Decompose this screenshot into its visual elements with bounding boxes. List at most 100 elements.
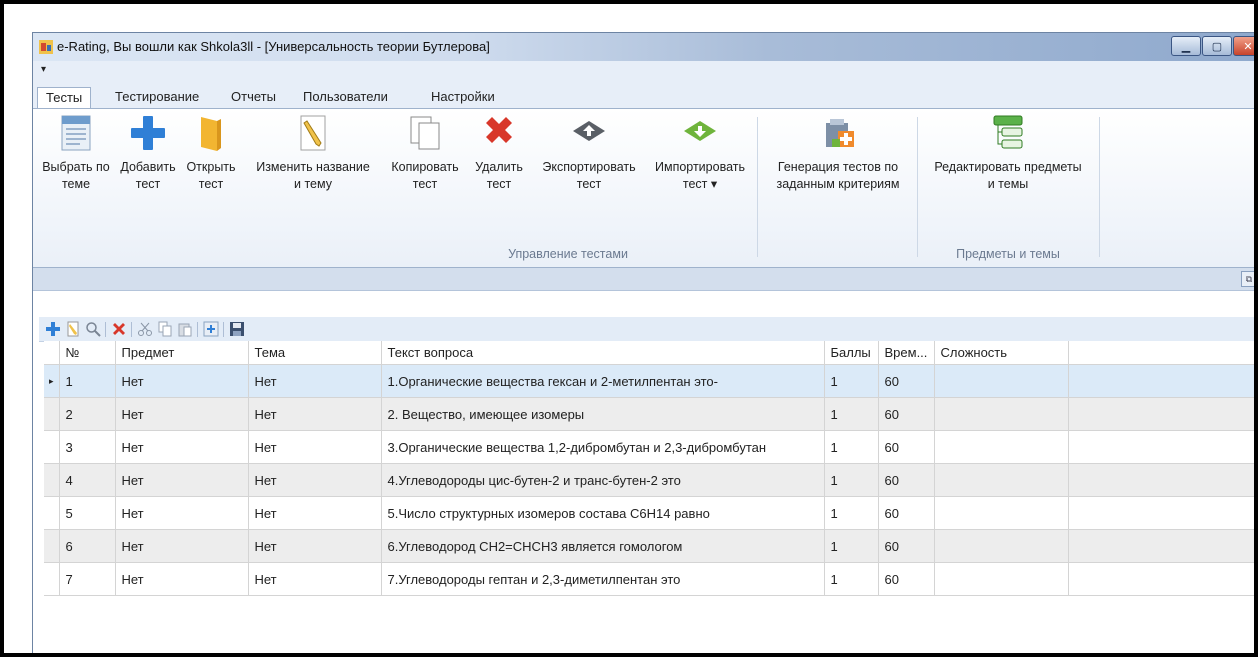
edit-row-button[interactable]	[65, 321, 81, 337]
tab-users[interactable]: Пользователи	[295, 87, 396, 109]
cell-number[interactable]: 5	[59, 496, 116, 530]
generate-tests-button[interactable]: Генерация тестов по заданным критериям	[763, 113, 913, 193]
cell-topic[interactable]: Нет	[248, 430, 382, 464]
ribbon-panel: Выбрать по теме Добавить тест Открыть те	[33, 108, 1254, 268]
column-header-number[interactable]: №	[59, 341, 116, 365]
minimize-button[interactable]: ▁	[1171, 36, 1201, 56]
cell-question-text[interactable]: 7.Углеводороды гептан и 2,3-диметилпента…	[381, 562, 825, 596]
column-header-score[interactable]: Баллы	[824, 341, 879, 365]
insert-row-button[interactable]	[203, 321, 219, 337]
copy-test-button[interactable]: Копировать тест	[385, 113, 465, 193]
table-row[interactable]: 6 Нет Нет 6.Углеводород СН2=СНСН3 являет…	[44, 529, 1254, 563]
column-header-time[interactable]: Врем...	[878, 341, 935, 365]
table-row[interactable]: 3 Нет Нет 3.Органические вещества 1,2-ди…	[44, 430, 1254, 464]
tab-reports[interactable]: Отчеты	[223, 87, 284, 109]
quick-access-dropdown[interactable]: ▾	[41, 64, 46, 75]
maximize-button[interactable]: ▢	[1202, 36, 1232, 56]
edit-subjects-button[interactable]: Редактировать предметы и темы	[923, 113, 1093, 193]
cell-question-text[interactable]: 4.Углеводороды цис-бутен-2 и транс-бутен…	[381, 463, 825, 497]
cell-difficulty[interactable]	[934, 463, 1069, 497]
export-test-button[interactable]: Экспортировать тест	[533, 113, 645, 193]
paste-button[interactable]	[177, 321, 193, 337]
cell-topic[interactable]: Нет	[248, 562, 382, 596]
cut-button[interactable]	[137, 321, 153, 337]
cell-question-text[interactable]: 5.Число структурных изомеров состава С6Н…	[381, 496, 825, 530]
cell-time[interactable]: 60	[878, 496, 935, 530]
select-by-topic-button[interactable]: Выбрать по теме	[37, 113, 115, 193]
delete-row-button[interactable]	[111, 321, 127, 337]
cell-score[interactable]: 1	[824, 430, 879, 464]
import-test-button[interactable]: Импортировать тест ▾	[649, 113, 751, 193]
cell-difficulty[interactable]	[934, 397, 1069, 431]
cell-difficulty[interactable]	[934, 430, 1069, 464]
cell-number[interactable]: 1	[59, 364, 116, 398]
cell-time[interactable]: 60	[878, 463, 935, 497]
cell-score[interactable]: 1	[824, 529, 879, 563]
cell-topic[interactable]: Нет	[248, 397, 382, 431]
cell-topic[interactable]: Нет	[248, 463, 382, 497]
copy-button[interactable]	[157, 321, 173, 337]
restore-document-button[interactable]: ⧉	[1241, 271, 1254, 287]
column-header-difficulty[interactable]: Сложность	[934, 341, 1069, 365]
cell-difficulty[interactable]	[934, 496, 1069, 530]
search-button[interactable]	[85, 321, 101, 337]
cell-time[interactable]: 60	[878, 364, 935, 398]
cell-subject[interactable]: Нет	[115, 463, 249, 497]
cell-number[interactable]: 4	[59, 463, 116, 497]
cell-subject[interactable]: Нет	[115, 430, 249, 464]
export-test-label-1: Экспортировать	[542, 160, 636, 174]
cell-subject[interactable]: Нет	[115, 364, 249, 398]
cell-number[interactable]: 3	[59, 430, 116, 464]
close-button[interactable]: ✕	[1233, 36, 1254, 56]
cell-question-text[interactable]: 6.Углеводород СН2=СНСН3 является гомолог…	[381, 529, 825, 563]
cell-subject[interactable]: Нет	[115, 496, 249, 530]
cell-question-text[interactable]: 1.Органические вещества гексан и 2-метил…	[381, 364, 825, 398]
cell-time[interactable]: 60	[878, 430, 935, 464]
ribbon-separator	[917, 117, 918, 257]
rename-test-label-2: и тему	[294, 177, 332, 191]
tab-testing[interactable]: Тестирование	[107, 87, 207, 109]
cell-time[interactable]: 60	[878, 397, 935, 431]
cell-score[interactable]: 1	[824, 397, 879, 431]
cell-time[interactable]: 60	[878, 529, 935, 563]
cell-filler	[1068, 496, 1254, 530]
save-button[interactable]	[229, 321, 245, 337]
cell-subject[interactable]: Нет	[115, 397, 249, 431]
cell-difficulty[interactable]	[934, 364, 1069, 398]
row-indicator	[44, 397, 60, 431]
cell-score[interactable]: 1	[824, 463, 879, 497]
cell-number[interactable]: 6	[59, 529, 116, 563]
tab-settings[interactable]: Настройки	[423, 87, 503, 109]
add-row-button[interactable]	[45, 321, 61, 337]
cell-difficulty[interactable]	[934, 529, 1069, 563]
add-test-button[interactable]: Добавить тест	[117, 113, 179, 193]
import-test-label-2: тест ▾	[682, 177, 718, 191]
cell-score[interactable]: 1	[824, 562, 879, 596]
column-header-question-text[interactable]: Текст вопроса	[381, 341, 825, 365]
table-row[interactable]: ▸ 1 Нет Нет 1.Органические вещества гекс…	[44, 364, 1254, 398]
column-header-subject[interactable]: Предмет	[115, 341, 249, 365]
table-row[interactable]: 7 Нет Нет 7.Углеводороды гептан и 2,3-ди…	[44, 562, 1254, 596]
cell-topic[interactable]: Нет	[248, 364, 382, 398]
cell-topic[interactable]: Нет	[248, 529, 382, 563]
cell-difficulty[interactable]	[934, 562, 1069, 596]
cell-score[interactable]: 1	[824, 496, 879, 530]
table-row[interactable]: 4 Нет Нет 4.Углеводороды цис-бутен-2 и т…	[44, 463, 1254, 497]
title-bar[interactable]: e-Rating, Вы вошли как Shkola3ll - [Унив…	[33, 33, 1254, 62]
table-row[interactable]: 2 Нет Нет 2. Вещество, имеющее изомеры 1…	[44, 397, 1254, 431]
delete-test-button[interactable]: Удалить тест	[469, 113, 529, 193]
cell-subject[interactable]: Нет	[115, 529, 249, 563]
cell-number[interactable]: 2	[59, 397, 116, 431]
cell-score[interactable]: 1	[824, 364, 879, 398]
cell-topic[interactable]: Нет	[248, 496, 382, 530]
cell-subject[interactable]: Нет	[115, 562, 249, 596]
cell-question-text[interactable]: 3.Органические вещества 1,2-дибромбутан …	[381, 430, 825, 464]
cell-question-text[interactable]: 2. Вещество, имеющее изомеры	[381, 397, 825, 431]
open-test-button[interactable]: Открыть тест	[183, 113, 239, 193]
cell-number[interactable]: 7	[59, 562, 116, 596]
column-header-topic[interactable]: Тема	[248, 341, 382, 365]
tab-tests[interactable]: Тесты	[37, 87, 92, 109]
rename-test-button[interactable]: Изменить название и тему	[245, 113, 381, 193]
cell-time[interactable]: 60	[878, 562, 935, 596]
table-row[interactable]: 5 Нет Нет 5.Число структурных изомеров с…	[44, 496, 1254, 530]
